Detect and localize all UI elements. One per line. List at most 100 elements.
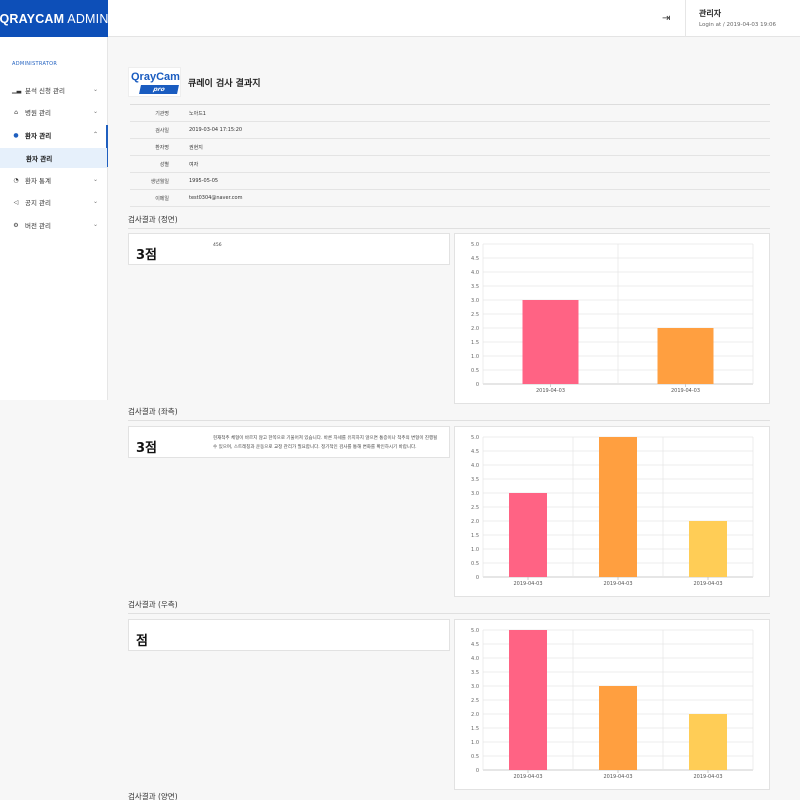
chart-svg: 0 0.5 1.0 1.5 2.0 2.5 3.0 3.5 4.0 4.5 5.0 2019-04-0… xyxy=(471,628,754,780)
cogs-icon: ⚙ xyxy=(13,221,19,229)
y-tick-label: 5.0 xyxy=(471,628,479,634)
info-row-gender: 성별 여자 xyxy=(130,156,770,173)
info-value: 1995-05-05 xyxy=(189,178,219,184)
x-tick-label: 2019-04-03 xyxy=(513,581,542,587)
bar xyxy=(509,630,547,770)
score-box-right: 점 xyxy=(128,619,450,651)
sidebar-item-label: 환자 통계 xyxy=(25,177,51,185)
brand-name: QRAYCAM xyxy=(0,11,65,26)
y-tick-label: 1.5 xyxy=(471,726,479,732)
chevron-up-icon: ⌃ xyxy=(92,131,98,138)
main-content: QrayCam pro 큐레이 검사 결과지 기관명 노아드1 검사일 2019… xyxy=(108,37,800,800)
sidebar-item-patient[interactable]: ● 환자 관리 ⌃ xyxy=(0,125,108,167)
y-tick-label: 1.0 xyxy=(471,354,479,360)
logo-badge: pro xyxy=(139,85,179,94)
sign-out-icon[interactable]: ⇥ xyxy=(662,13,670,24)
x-tick-label: 2019-04-03 xyxy=(693,581,722,587)
section-divider xyxy=(128,228,770,229)
chart-svg: 0 0.5 1.0 1.5 2.0 2.5 3.0 3.5 4.0 4.5 5.0 2019-04-0… xyxy=(471,435,754,587)
info-key: 기관명 xyxy=(155,110,169,117)
sidebar-item-label: 병원 관리 xyxy=(25,109,51,117)
sidebar-item-label: 분석 신청 관리 xyxy=(25,87,66,95)
bar xyxy=(522,300,579,384)
score-value: 3점 xyxy=(136,441,158,456)
section-title-both: 검사결과 (양면) xyxy=(128,792,178,800)
bar xyxy=(689,714,727,770)
y-tick-label: 2.5 xyxy=(471,312,479,318)
sidebar-item-analysis[interactable]: ▁▃ 분석 신청 관리 ⌄ xyxy=(0,80,108,100)
x-tick-label: 2019-04-03 xyxy=(603,774,632,780)
bar xyxy=(689,521,727,577)
brand-logo[interactable]: QRAYCAM ADMIN xyxy=(0,0,108,37)
sidebar-item-statistics[interactable]: ◔ 환자 통계 ⌄ xyxy=(0,170,108,190)
bar-chart-right: 0 0.5 1.0 1.5 2.0 2.5 3.0 3.5 4.0 4.5 5.0 2019-04-0… xyxy=(454,619,770,790)
chevron-down-icon: ⌄ xyxy=(92,198,98,205)
info-row-patient-name: 환자명 권현지 xyxy=(130,139,770,156)
report-title: 큐레이 검사 결과지 xyxy=(188,78,261,89)
chevron-down-icon: ⌄ xyxy=(92,108,98,115)
info-key: 검사일 xyxy=(155,127,169,134)
bar xyxy=(599,437,637,577)
chevron-down-icon: ⌄ xyxy=(92,221,98,228)
y-tick-label: 3.0 xyxy=(471,684,479,690)
info-value: 2019-03-04 17:15:20 xyxy=(189,127,243,133)
y-tick-label: 2.0 xyxy=(471,519,479,525)
x-tick-label: 2019-04-03 xyxy=(536,388,565,394)
y-tick-label: 3.0 xyxy=(471,491,479,497)
y-tick-label: 3.5 xyxy=(471,284,479,290)
qraycam-logo: QrayCam pro xyxy=(128,67,181,97)
y-tick-label: 1.0 xyxy=(471,547,479,553)
chart-svg: 0 0.5 1.0 1.5 2.0 2.5 3.0 3.5 4.0 4.5 5.0 2019-04-0… xyxy=(471,242,754,394)
y-tick-label: 4.5 xyxy=(471,642,479,648)
y-tick-label: 4.0 xyxy=(471,463,479,469)
x-tick-label: 2019-04-03 xyxy=(693,774,722,780)
y-tick-label: 3.5 xyxy=(471,477,479,483)
sidebar-subitem-patient[interactable]: 환자 관리 xyxy=(0,148,107,168)
user-icon: ● xyxy=(13,131,19,139)
sidebar-item-label: 공지 관리 xyxy=(25,199,51,207)
section-divider xyxy=(128,420,770,421)
hospital-icon: ⌂ xyxy=(14,108,18,116)
info-row-birthdate: 생년월일 1995-05-05 xyxy=(130,173,770,190)
info-value: test0304@naver.com xyxy=(189,195,243,201)
y-tick-label: 2.0 xyxy=(471,326,479,332)
brand-suffix: ADMIN xyxy=(67,11,109,26)
info-value: 여자 xyxy=(189,161,199,168)
score-box-left: 3점 현재척추 체형이 바르지 않고 한쪽으로 기울어져 있습니다. 바른 자세… xyxy=(128,426,450,458)
y-tick-label: 4.0 xyxy=(471,270,479,276)
score-comment: 456 xyxy=(213,243,222,248)
section-title-right: 검사결과 (우측) xyxy=(128,600,178,609)
bar xyxy=(657,328,714,384)
chevron-down-icon: ⌄ xyxy=(92,86,98,93)
pie-chart-icon: ◔ xyxy=(13,176,19,184)
logo-text: QrayCam xyxy=(131,71,180,83)
user-box[interactable]: 관리자 Login at / 2019-04-03 19:06 xyxy=(685,0,800,37)
sidebar-item-label: 버전 관리 xyxy=(25,222,51,230)
y-tick-label: 1.5 xyxy=(471,340,479,346)
x-tick-label: 2019-04-03 xyxy=(603,581,632,587)
info-key: 성별 xyxy=(159,161,169,168)
bar-chart-left: 0 0.5 1.0 1.5 2.0 2.5 3.0 3.5 4.0 4.5 5.0 2019-04-0… xyxy=(454,426,770,597)
bar-chart-icon: ▁▃ xyxy=(12,86,22,94)
info-key: 이메일 xyxy=(155,195,169,202)
bar-chart-front: 0 0.5 1.0 1.5 2.0 2.5 3.0 3.5 4.0 4.5 5.0 2019-04-0… xyxy=(454,233,770,404)
y-tick-label: 3.0 xyxy=(471,298,479,304)
info-value: 노아드1 xyxy=(189,110,206,117)
y-tick-label: 4.0 xyxy=(471,656,479,662)
y-tick-label: 0.5 xyxy=(471,368,479,374)
y-tick-label: 1.0 xyxy=(471,740,479,746)
y-tick-label: 2.5 xyxy=(471,505,479,511)
info-row-exam-date: 검사일 2019-03-04 17:15:20 xyxy=(130,122,770,139)
bar xyxy=(599,686,637,770)
patient-info-table: 기관명 노아드1 검사일 2019-03-04 17:15:20 환자명 권현지… xyxy=(130,104,770,207)
sidebar-item-hospital[interactable]: ⌂ 병원 관리 ⌄ xyxy=(0,102,108,122)
megaphone-icon: ◁ xyxy=(13,198,19,206)
top-bar: QRAYCAM ADMIN ⇥ 관리자 Login at / 2019-04-0… xyxy=(0,0,800,37)
user-name: 관리자 xyxy=(699,9,722,18)
x-tick-label: 2019-04-03 xyxy=(671,388,700,394)
y-tick-label: 0 xyxy=(476,575,479,581)
y-tick-label: 1.5 xyxy=(471,533,479,539)
sidebar-item-notice[interactable]: ◁ 공지 관리 ⌄ xyxy=(0,192,108,212)
sidebar-item-version[interactable]: ⚙ 버전 관리 ⌄ xyxy=(0,215,108,235)
y-tick-label: 2.5 xyxy=(471,698,479,704)
